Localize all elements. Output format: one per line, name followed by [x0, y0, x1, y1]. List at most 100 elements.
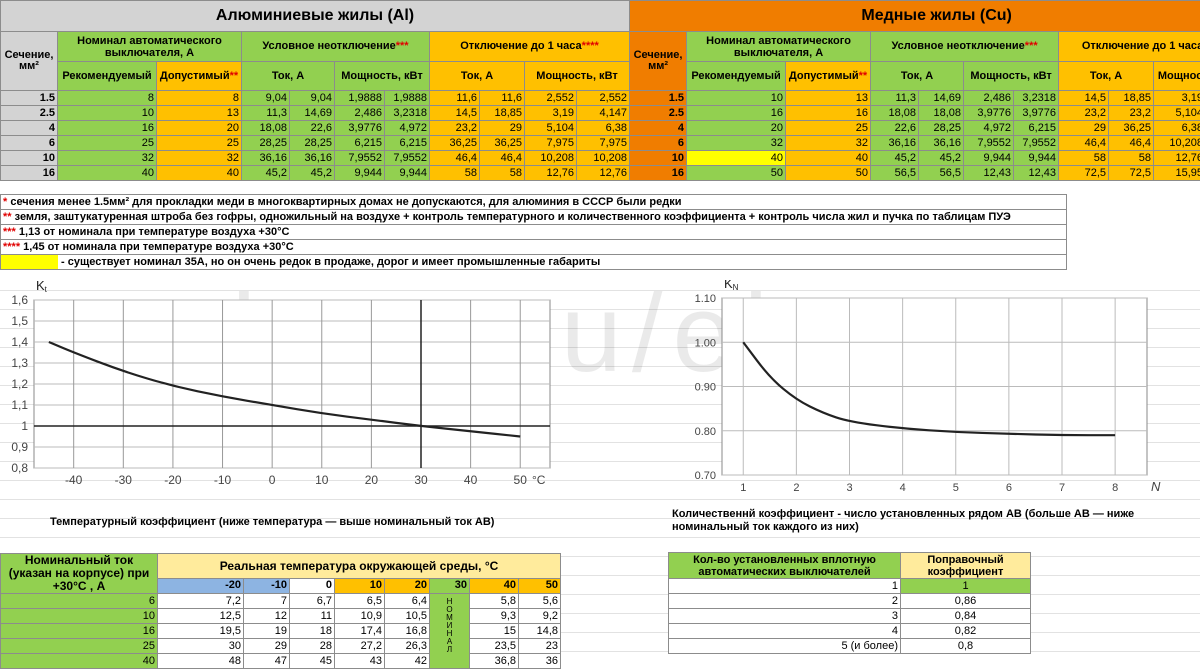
cu-section-header: Сечение,мм²	[630, 32, 687, 91]
value-cell: 9,3	[470, 609, 519, 624]
value-cell: 11	[290, 609, 335, 624]
note-mark: ***	[3, 226, 16, 238]
table-row: 11	[669, 579, 1031, 594]
value-cell: 10,5	[385, 609, 430, 624]
al-cell: 23,2	[430, 121, 480, 136]
value-cell: 7,2	[158, 594, 244, 609]
al-cell: 25	[157, 136, 242, 151]
al-cell: 9,04	[242, 91, 290, 106]
trip-label: Отключение до 1 часа	[1082, 40, 1200, 52]
x-tick-label: 2	[793, 482, 799, 494]
cu-cell: 36,16	[871, 136, 919, 151]
cu-cell: 16	[687, 106, 786, 121]
coefficient-cell: 0,86	[901, 594, 1031, 609]
value-cell: 47	[244, 654, 290, 669]
cu-cell: 23,2	[1059, 106, 1109, 121]
x-tick-label: 10	[315, 473, 329, 487]
al-cell: 7,975	[577, 136, 630, 151]
al-section-header: Сечение,мм²	[1, 32, 58, 91]
cu-cell: 6	[630, 136, 687, 151]
cu-cell: 12,43	[1014, 166, 1059, 181]
table-row: 40484745434236,836	[1, 654, 561, 669]
x-tick-label: 50	[514, 473, 528, 487]
table-row: 20,86	[669, 594, 1031, 609]
value-cell: 27,2	[335, 639, 385, 654]
cu-cell: 3,9776	[1014, 106, 1059, 121]
value-cell: 19	[244, 624, 290, 639]
section-unit: мм²	[19, 60, 39, 72]
cu-cell: 2,486	[964, 91, 1014, 106]
cu-cell: 40	[687, 151, 786, 166]
cu-cell: 45,2	[919, 151, 964, 166]
y-tick-label: 0,9	[11, 440, 28, 454]
count-chart: 0.700.800.901.001.1012345678KNN	[672, 280, 1172, 500]
value-cell: 6,7	[290, 594, 335, 609]
value-cell: 45	[290, 654, 335, 669]
al-trip-header: Отключение до 1 часа****	[430, 32, 630, 62]
y-tick-label: 1,2	[11, 377, 28, 391]
y-tick-label: 1,6	[11, 293, 28, 307]
al-cell: 8	[157, 91, 242, 106]
temperature-correction-table: Номинальный ток (указан на корпусе) при …	[0, 553, 561, 669]
cu-cell: 18,08	[871, 106, 919, 121]
al-cell: 11,6	[480, 91, 525, 106]
y-tick-label: 1.00	[695, 337, 716, 349]
note-cell: ** земля, заштукатуренная штроба без гоф…	[1, 210, 1067, 225]
table-row: 30,84	[669, 609, 1031, 624]
count-cell: 2	[669, 594, 901, 609]
note-row: ** земля, заштукатуренная штроба без гоф…	[1, 210, 1067, 225]
temperature-header-cell: 20	[385, 578, 430, 593]
value-cell: 23	[519, 639, 561, 654]
al-cell: 58	[480, 166, 525, 181]
al-cell: 18,08	[242, 121, 290, 136]
cu-cell: 36,16	[919, 136, 964, 151]
note-mark: ****	[3, 241, 20, 253]
value-cell: 5,6	[519, 594, 561, 609]
cu-cell: 46,4	[1109, 136, 1154, 151]
x-tick-label: -10	[214, 473, 232, 487]
no-trip-mark: ***	[396, 40, 409, 52]
no-trip-mark: ***	[1025, 40, 1038, 52]
note-text: земля, заштукатуренная штроба без гофры,…	[12, 211, 1011, 223]
cu-cell: 40	[786, 151, 871, 166]
x-tick-label: -30	[115, 473, 133, 487]
nominal-current-cell: 40	[1, 654, 158, 669]
cu-cell: 10	[687, 91, 786, 106]
note-cell: - существует номинал 35А, но он очень ре…	[1, 255, 1067, 270]
cu-cell: 45,2	[871, 151, 919, 166]
cu-cell: 32	[687, 136, 786, 151]
al-cell: 13	[157, 106, 242, 121]
cu-cell: 56,5	[919, 166, 964, 181]
cu-cell: 14,69	[919, 91, 964, 106]
trip-mark: ****	[582, 40, 599, 52]
cu-cell: 3,9776	[964, 106, 1014, 121]
cu-no-trip-power-header: Мощность, кВт	[964, 62, 1059, 91]
table-row: 1012,5121110,910,59,39,2	[1, 609, 561, 624]
nominal-current-header: Номинальный ток (указан на корпусе) при …	[1, 554, 158, 594]
al-cell: 14,5	[430, 106, 480, 121]
al-cell: 32	[58, 151, 157, 166]
cu-cell: 23,2	[1109, 106, 1154, 121]
table-row: 4162018,0822,63,97764,97223,2295,1046,38…	[1, 121, 1200, 136]
cu-allowed-header: Допустимый**	[786, 62, 871, 91]
value-cell: 18	[290, 624, 335, 639]
temperature-header-cell: 30	[430, 578, 470, 593]
cu-cell: 2.5	[630, 106, 687, 121]
table-row: 2530292827,226,323,523	[1, 639, 561, 654]
value-cell: 12	[244, 609, 290, 624]
temperature-header-cell: 50	[519, 578, 561, 593]
al-cell: 7,9552	[385, 151, 430, 166]
cu-no-trip-header: Условное неотключение***	[871, 32, 1059, 62]
coefficient-cell: 0,8	[901, 639, 1031, 654]
y-tick-label: 1,1	[11, 398, 28, 412]
table-row: 5 (и более)0,8	[669, 639, 1031, 654]
value-cell: 16,8	[385, 624, 430, 639]
cu-cell: 1.5	[630, 91, 687, 106]
nominal-current-cell: 16	[1, 624, 158, 639]
trip-label: Отключение до 1 часа	[460, 40, 581, 52]
note-mark: **	[3, 211, 12, 223]
count-cell: 1	[669, 579, 901, 594]
al-cell: 36,16	[242, 151, 290, 166]
cu-cell: 3,19	[1154, 91, 1200, 106]
nominal-vertical-cell: НОМИНАЛ	[430, 594, 470, 669]
